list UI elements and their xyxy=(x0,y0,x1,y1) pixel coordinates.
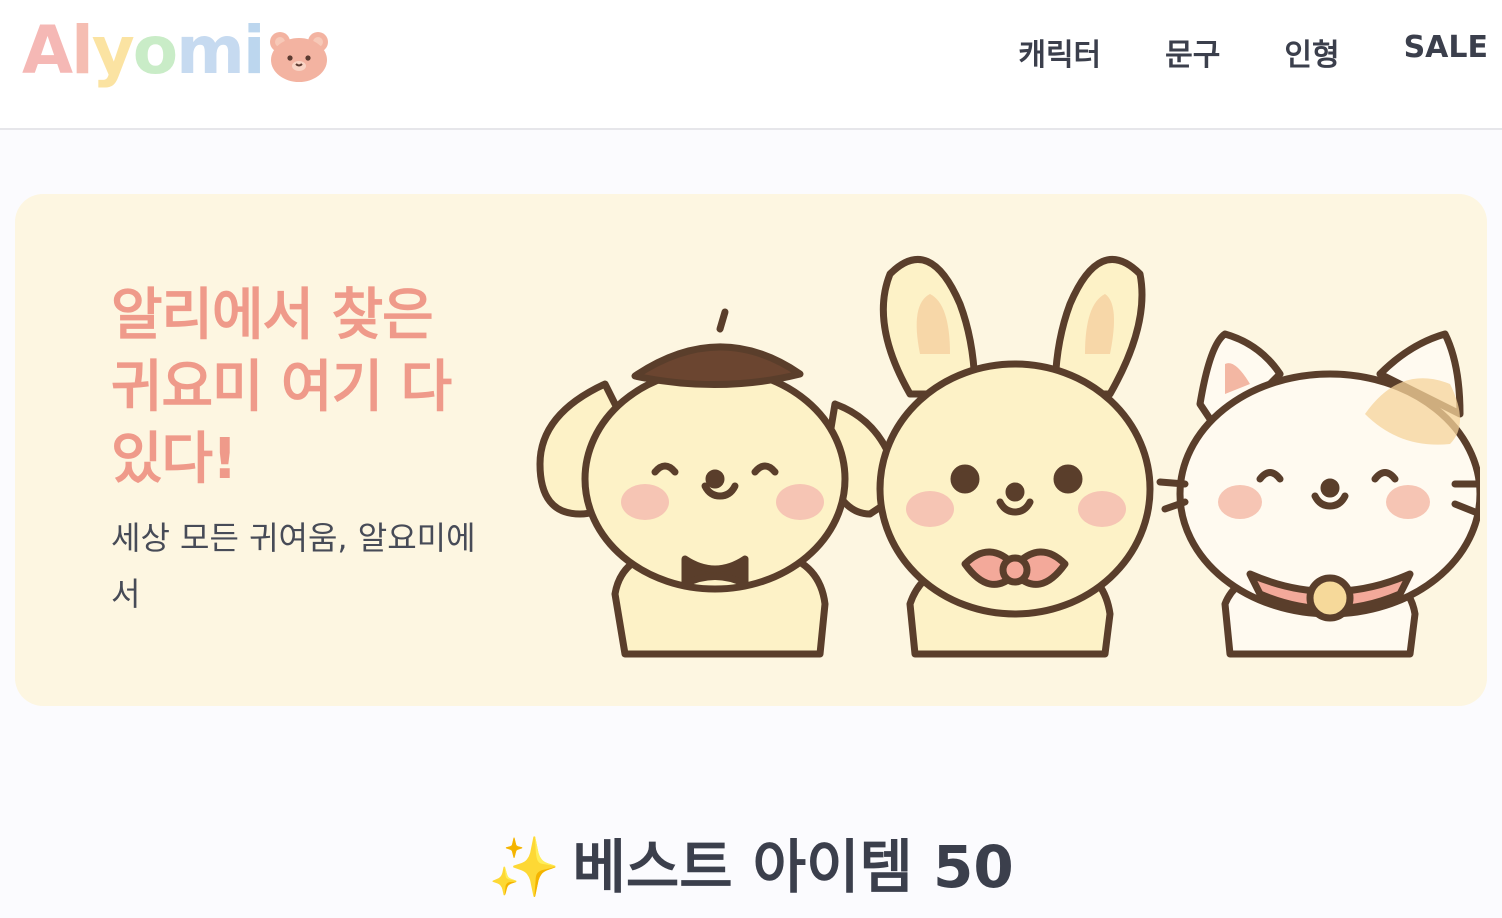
logo-letter: m xyxy=(176,12,245,89)
bear-face-icon xyxy=(269,32,328,82)
logo-letter: y xyxy=(91,12,135,89)
nav-item-stationery[interactable]: 문구 xyxy=(1165,30,1220,74)
nav-item-sale[interactable]: SALE xyxy=(1404,30,1488,74)
logo[interactable]: Alyomi xyxy=(22,6,330,96)
logo-text: Alyomi xyxy=(22,12,266,89)
nav-item-character[interactable]: 캐릭터 xyxy=(1018,30,1101,74)
hero-title: 알리에서 찾은 귀요미 여기 다 있다! xyxy=(111,283,452,492)
hero-subtitle: 세상 모든 귀여움, 알요미에서 xyxy=(111,519,476,613)
logo-letter: l xyxy=(71,12,94,89)
hero-banner[interactable]: 알리에서 찾은 귀요미 여기 다 있다! 세상 모든 귀여움, 알요미에서 xyxy=(15,194,1487,706)
nav-item-doll[interactable]: 인형 xyxy=(1284,30,1339,74)
main-nav: 캐릭터 문구 인형 SALE xyxy=(954,30,1488,74)
logo-letter: i xyxy=(242,12,266,89)
dog-character xyxy=(536,308,904,658)
best-items-title: 베스트 아이템 50 xyxy=(572,833,1014,901)
site-header: Alyomi 캐릭터 문구 인형 SALE xyxy=(0,0,1502,130)
logo-letter: A xyxy=(22,12,73,89)
character-illustration xyxy=(536,255,1480,658)
best-items-heading: ✨ 베스트 아이템 50 xyxy=(0,830,1502,904)
sparkles-icon: ✨ xyxy=(488,833,561,901)
logo-letter: o xyxy=(132,12,178,89)
